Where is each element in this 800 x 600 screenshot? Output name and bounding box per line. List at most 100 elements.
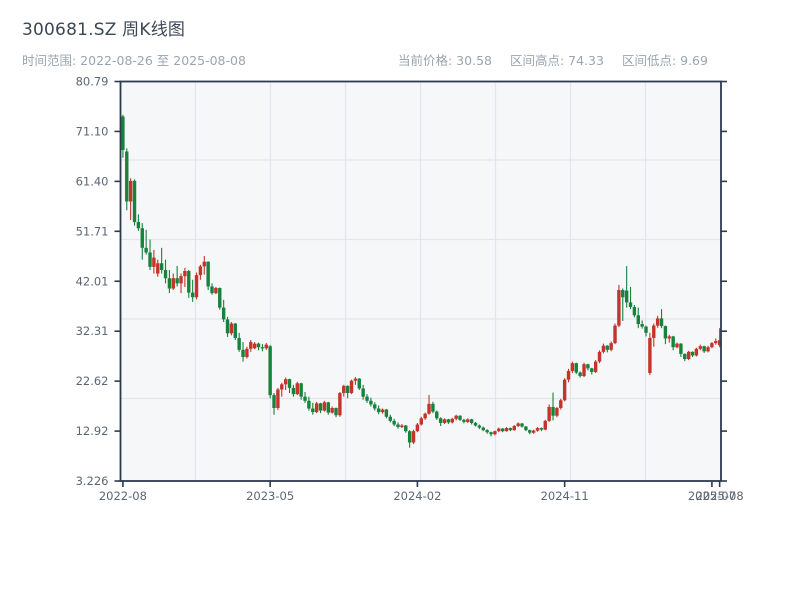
candle-body (237, 337, 241, 350)
candle-body (311, 408, 315, 413)
y-tick-label: 3.226 (76, 474, 109, 488)
candle-body (190, 292, 195, 298)
candle-body (214, 287, 218, 294)
x-tick-label: 2022-08 (99, 489, 147, 503)
x-tick-label: 2023-05 (246, 489, 294, 503)
candle-body (419, 418, 423, 425)
candle-body (342, 385, 346, 394)
candle-body (694, 348, 699, 356)
y-tick-label: 71.10 (76, 124, 109, 138)
candle-body (256, 343, 261, 348)
candle-body (636, 315, 640, 325)
kline-chart: 80.79 71.10 61.40 51.71 42.01 32.31 22.62 12.92… (76, 75, 744, 503)
candle-body (617, 290, 621, 326)
candle-body (578, 372, 582, 377)
candle-body (621, 290, 625, 298)
candle-body (338, 393, 342, 416)
candle-body (512, 426, 516, 431)
candle-body (349, 380, 354, 394)
candle-body (531, 430, 536, 433)
candle-body (644, 326, 648, 333)
candle-body (528, 430, 532, 433)
candle-body (136, 222, 141, 229)
page: { "header": { "title": "300681.SZ 周K线图",… (0, 0, 800, 600)
candle-body (334, 407, 338, 416)
candle-body (384, 409, 389, 417)
candle-body (225, 319, 230, 334)
candle-body (450, 418, 454, 423)
x-tick-label: 2024-02 (393, 489, 441, 503)
candle-body (218, 287, 222, 308)
candle-body (566, 370, 571, 380)
candle-body (613, 325, 617, 344)
x-tick-label: 2024-11 (541, 489, 589, 503)
candle-body (125, 151, 129, 202)
candle-body (667, 336, 671, 339)
y-tick-label: 42.01 (76, 274, 109, 288)
candle-body (280, 384, 284, 390)
candle-body (156, 263, 160, 274)
candle-body (287, 379, 292, 388)
candle-body (241, 349, 245, 358)
candle-body (295, 383, 299, 395)
candle-body (361, 388, 365, 397)
candle-body (442, 419, 447, 423)
candle-body (671, 336, 675, 348)
candle-body (516, 423, 520, 427)
candle-body (469, 419, 474, 423)
candle-body (504, 428, 509, 432)
candle-body (547, 406, 551, 421)
candle-body (652, 325, 656, 338)
candle-body (415, 424, 420, 432)
candle-body (562, 379, 567, 401)
candle-body (597, 351, 602, 362)
candle-body (128, 180, 133, 202)
y-tick-label: 22.62 (76, 374, 109, 388)
candle-body (159, 263, 164, 270)
candle-body (152, 257, 156, 267)
candle-body (679, 343, 683, 354)
candle-body (221, 307, 226, 320)
candle-body (365, 396, 369, 401)
candle-body (427, 403, 431, 414)
candle-body (555, 407, 559, 416)
candle-body (683, 353, 687, 360)
candle-body (140, 228, 144, 248)
candle-body (628, 302, 633, 308)
candle-body (438, 418, 443, 423)
candle-body (245, 348, 249, 358)
candle-body (582, 364, 586, 377)
candle-body (353, 378, 358, 381)
candle-body (609, 343, 613, 350)
candle-body (493, 431, 497, 435)
candle-body (508, 428, 513, 431)
candle-body (411, 431, 416, 443)
candle-body (171, 278, 175, 289)
candle-body (702, 346, 706, 352)
candle-body (388, 416, 392, 421)
x-tick-label: 2025-08 (696, 489, 744, 503)
candle-body (272, 395, 276, 408)
candle-body (210, 286, 214, 294)
candle-body (322, 402, 327, 411)
candle-body (357, 378, 361, 389)
candle-body (535, 428, 540, 431)
candle-body (686, 351, 691, 360)
candle-body (121, 116, 125, 150)
candle-body (590, 368, 594, 372)
candle-body (407, 431, 412, 443)
candle-body (539, 428, 544, 430)
candle-body (663, 326, 668, 339)
candle-body (299, 383, 303, 397)
candle-body (198, 266, 203, 276)
candle-body (698, 346, 702, 349)
candle-body (268, 346, 272, 396)
candle-body (229, 323, 234, 334)
candle-body (132, 180, 137, 223)
candle-body (497, 428, 501, 432)
y-tick-label: 12.92 (76, 424, 109, 438)
candle-body (404, 425, 408, 432)
candle-body (706, 347, 710, 352)
candle-body (500, 428, 505, 432)
candle-body (489, 432, 493, 435)
